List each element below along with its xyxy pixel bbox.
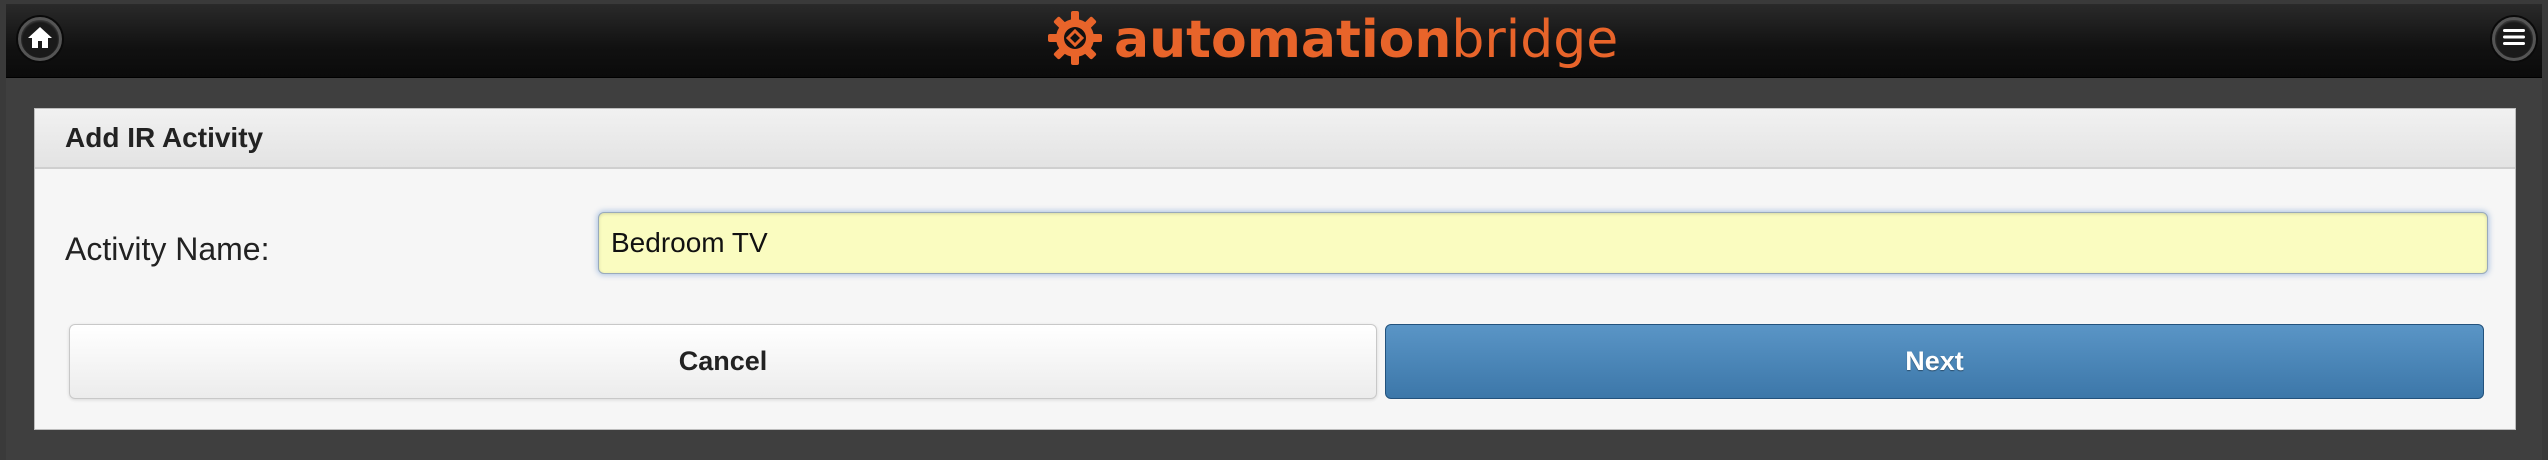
gear-logo-icon (1046, 9, 1104, 72)
cancel-button[interactable]: Cancel (69, 324, 1377, 399)
panel-title: Add IR Activity (65, 122, 264, 153)
home-icon (27, 25, 53, 54)
panel-header: Add IR Activity (35, 109, 2515, 169)
add-ir-activity-panel: Add IR Activity Activity Name: Cancel Ne… (34, 108, 2516, 430)
brand-text-automation: automation (1114, 10, 1452, 70)
menu-icon (2502, 27, 2526, 52)
next-button[interactable]: Next (1385, 324, 2484, 399)
brand-text-bridge: bridge (1451, 10, 1619, 70)
brand-logo: automationbridge (1046, 10, 1618, 70)
activity-name-input[interactable] (598, 212, 2488, 274)
menu-button[interactable] (2492, 17, 2536, 61)
header-bar: automationbridge (6, 4, 2542, 78)
brand-wordmark: automationbridge (1114, 10, 1618, 70)
home-button[interactable] (18, 17, 62, 61)
activity-name-label: Activity Name: (65, 231, 270, 267)
